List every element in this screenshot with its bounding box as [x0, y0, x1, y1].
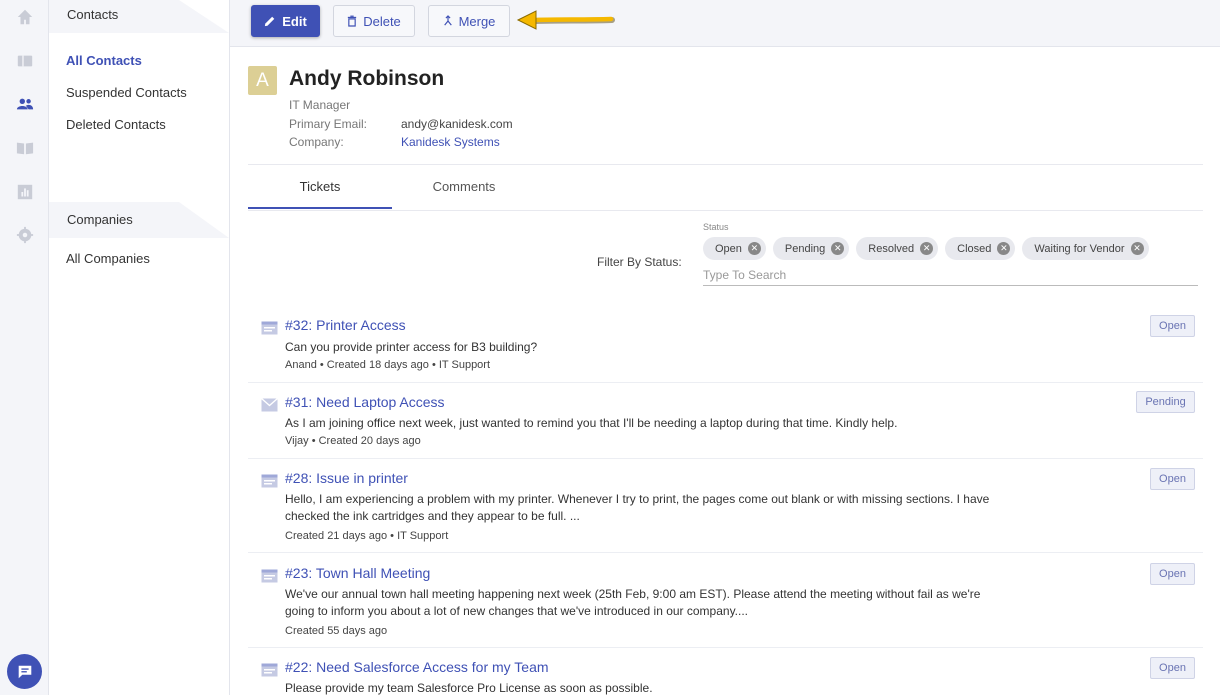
tab-tickets[interactable]: Tickets	[248, 165, 392, 209]
companies-heading: Companies	[49, 202, 229, 238]
nav-item-all-companies[interactable]: All Companies	[49, 243, 229, 275]
chip-label: Resolved	[868, 242, 915, 255]
email-ticket-icon	[261, 398, 278, 412]
company-link[interactable]: Kanidesk Systems	[401, 135, 500, 149]
status-chip-pending[interactable]: Pending ✕	[772, 237, 850, 260]
delete-button[interactable]: Delete	[333, 5, 415, 37]
chat-icon[interactable]	[7, 654, 42, 689]
tab-comments[interactable]: Comments	[392, 165, 536, 209]
remove-chip-icon[interactable]: ✕	[747, 242, 761, 255]
ticket-title[interactable]: #28: Issue in printer	[285, 470, 408, 486]
status-chip-open[interactable]: Open ✕	[703, 237, 766, 260]
status-chip-waiting-for-vendor[interactable]: Waiting for Vendor ✕	[1022, 237, 1149, 260]
status-badge: Open	[1150, 657, 1195, 679]
ticket-description: Please provide my team Salesforce Pro Li…	[285, 681, 653, 695]
pencil-icon	[265, 16, 275, 27]
filter-label: Filter By Status:	[597, 255, 682, 269]
ticket-title[interactable]: #31: Need Laptop Access	[285, 394, 445, 410]
ticket-title[interactable]: #32: Printer Access	[285, 317, 406, 333]
contact-name: Andy Robinson	[289, 67, 445, 90]
trash-icon	[348, 15, 357, 27]
remove-chip-icon[interactable]: ✕	[997, 242, 1011, 255]
reports-icon[interactable]	[14, 181, 36, 203]
heading-notch	[179, 202, 229, 238]
ticket-row[interactable]: #28: Issue in printer Hello, I am experi…	[248, 459, 1203, 553]
ticket-row[interactable]: #32: Printer Access Can you provide prin…	[248, 305, 1203, 383]
ticket-title[interactable]: #23: Town Hall Meeting	[285, 565, 430, 581]
status-badge: Open	[1150, 468, 1195, 490]
tickets-icon[interactable]	[14, 50, 36, 72]
contacts-heading: Contacts	[49, 0, 229, 33]
companies-heading-label: Companies	[67, 212, 133, 227]
ticket-row[interactable]: #22: Need Salesforce Access for my Team …	[248, 648, 1203, 695]
web-ticket-icon	[261, 663, 278, 677]
merge-button[interactable]: Merge	[428, 5, 510, 37]
status-caption: Status	[703, 222, 729, 232]
edit-button[interactable]: Edit	[251, 5, 320, 37]
web-ticket-icon	[261, 474, 278, 488]
web-ticket-icon	[261, 569, 278, 583]
ticket-description: Can you provide printer access for B3 bu…	[285, 340, 538, 354]
annotation-arrow-icon	[516, 10, 615, 30]
home-icon[interactable]	[14, 6, 36, 28]
icon-rail	[0, 0, 49, 695]
ticket-meta: Created 21 days ago • IT Support	[285, 530, 449, 542]
chip-label: Pending	[784, 242, 826, 255]
ticket-title[interactable]: #22: Need Salesforce Access for my Team	[285, 659, 549, 675]
ticket-meta: Created 55 days ago	[285, 625, 388, 637]
company-label: Company:	[289, 135, 344, 149]
ticket-meta: Anand • Created 18 days ago • IT Support	[285, 359, 491, 371]
merge-label: Merge	[458, 13, 496, 29]
status-badge: Open	[1150, 315, 1195, 337]
nav-item-deleted-contacts[interactable]: Deleted Contacts	[49, 109, 229, 141]
status-chip-closed[interactable]: Closed ✕	[945, 237, 1016, 260]
settings-icon[interactable]	[14, 224, 36, 246]
merge-icon	[443, 15, 452, 26]
edit-label: Edit	[282, 13, 307, 29]
nav-item-suspended-contacts[interactable]: Suspended Contacts	[49, 77, 229, 109]
remove-chip-icon[interactable]: ✕	[1130, 242, 1144, 255]
status-badge: Pending	[1136, 391, 1195, 413]
ticket-row[interactable]: #31: Need Laptop Access As I am joining …	[248, 383, 1203, 459]
tabs-underline	[248, 210, 1203, 211]
chip-label: Open	[715, 242, 742, 255]
contact-job-title: IT Manager	[289, 98, 351, 112]
ticket-meta: Vijay • Created 20 days ago	[285, 435, 421, 447]
action-toolbar: Edit Delete Merge	[230, 0, 1220, 47]
chip-label: Waiting for Vendor	[1034, 242, 1125, 255]
contacts-nav: Contacts All Contacts Suspended Contacts…	[49, 0, 230, 695]
email-label: Primary Email:	[289, 117, 368, 131]
status-badge: Open	[1150, 563, 1195, 585]
knowledge-base-icon[interactable]	[14, 137, 36, 159]
status-search-input[interactable]	[703, 264, 1198, 286]
primary-email: andy@kanidesk.com	[401, 117, 513, 131]
avatar: A	[248, 66, 277, 95]
remove-chip-icon[interactable]: ✕	[920, 242, 934, 255]
ticket-description: As I am joining office next week, just w…	[285, 416, 898, 430]
remove-chip-icon[interactable]: ✕	[831, 242, 845, 255]
contacts-heading-label: Contacts	[67, 7, 119, 22]
heading-notch	[179, 0, 229, 33]
chip-label: Closed	[957, 242, 992, 255]
ticket-description: We've our annual town hall meeting happe…	[285, 587, 981, 618]
nav-item-all-contacts[interactable]: All Contacts	[49, 45, 229, 77]
contacts-icon[interactable]	[14, 93, 36, 115]
ticket-description: Hello, I am experiencing a problem with …	[285, 492, 990, 523]
delete-label: Delete	[363, 13, 401, 29]
ticket-row[interactable]: #23: Town Hall Meeting We've our annual …	[248, 553, 1203, 648]
status-chip-resolved[interactable]: Resolved ✕	[856, 237, 939, 260]
status-chips: Open ✕ Pending ✕ Resolved ✕ Closed ✕ Waiting…	[703, 237, 1149, 260]
web-ticket-icon	[261, 321, 278, 335]
